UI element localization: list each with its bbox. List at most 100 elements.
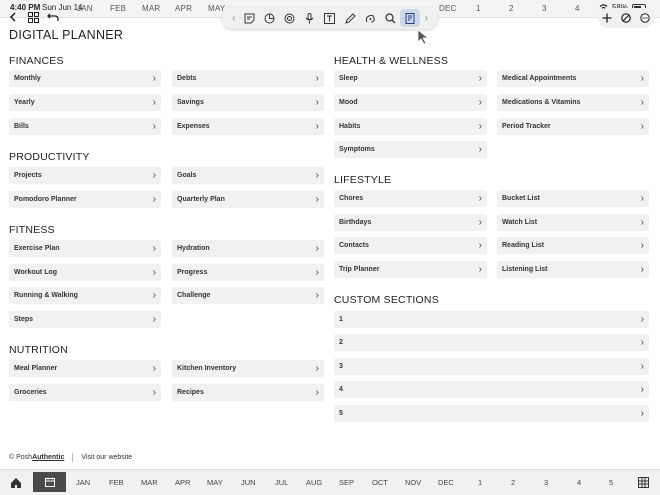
- more-options-icon[interactable]: [638, 11, 652, 25]
- planner-link-habits[interactable]: Habits ›: [334, 118, 487, 135]
- bottom-tab-jan[interactable]: JAN: [76, 478, 90, 487]
- lasso-icon[interactable]: [280, 9, 300, 27]
- planner-link-recipes[interactable]: Recipes ›: [172, 384, 324, 401]
- chevron-right-icon: ›: [640, 360, 644, 372]
- bottom-tab-1[interactable]: 1: [478, 478, 482, 487]
- add-icon[interactable]: [600, 11, 614, 25]
- planner-link-quarterly-plan[interactable]: Quarterly Plan ›: [172, 191, 324, 208]
- planner-link-contacts[interactable]: Contacts ›: [334, 237, 487, 254]
- bottom-tab-5[interactable]: 5: [609, 478, 613, 487]
- bottom-tab-may[interactable]: MAY: [207, 478, 223, 487]
- planner-link-medications-vitamins[interactable]: Medications & Vitamins ›: [497, 94, 649, 111]
- bottom-tab-mar[interactable]: MAR: [141, 478, 158, 487]
- bottom-tab-sep[interactable]: SEP: [339, 478, 354, 487]
- top-tab-apr[interactable]: APR: [175, 4, 192, 13]
- planner-link-pomodoro-planner[interactable]: Pomodoro Planner ›: [9, 191, 161, 208]
- undo-icon[interactable]: [46, 10, 60, 24]
- top-tab-1[interactable]: 1: [476, 4, 481, 13]
- item-label: Habits: [339, 123, 361, 130]
- custom-section-1[interactable]: 1 ›: [334, 311, 649, 328]
- top-tab-jan[interactable]: JAN: [77, 4, 93, 13]
- planner-link-trip-planner[interactable]: Trip Planner ›: [334, 261, 487, 278]
- custom-section-5[interactable]: 5 ›: [334, 405, 649, 422]
- footer-divider: [72, 453, 74, 462]
- sticky-note-icon[interactable]: [240, 9, 260, 27]
- bottom-tab-4[interactable]: 4: [577, 478, 581, 487]
- calendar-tab-active[interactable]: [33, 472, 66, 492]
- index-grid-icon[interactable]: [638, 477, 649, 488]
- bottom-tab-aug[interactable]: AUG: [306, 478, 322, 487]
- item-label: 3: [339, 363, 343, 370]
- home-icon[interactable]: [10, 477, 22, 489]
- planner-link-watch-list[interactable]: Watch List ›: [497, 214, 649, 231]
- text-box-icon[interactable]: [320, 9, 340, 27]
- planner-link-groceries[interactable]: Groceries ›: [9, 384, 161, 401]
- planner-link-yearly[interactable]: Yearly ›: [9, 94, 161, 111]
- bottom-tab-nov[interactable]: NOV: [405, 478, 421, 487]
- planner-link-listening-list[interactable]: Listening List ›: [497, 261, 649, 278]
- planner-link-steps[interactable]: Steps ›: [9, 311, 161, 328]
- custom-section-4[interactable]: 4 ›: [334, 381, 649, 398]
- bottom-tab-jun[interactable]: JUN: [241, 478, 256, 487]
- top-tab-2[interactable]: 2: [509, 4, 514, 13]
- bottom-tab-oct[interactable]: OCT: [372, 478, 388, 487]
- planner-link-progress[interactable]: Progress ›: [172, 264, 324, 281]
- planner-link-symptoms[interactable]: Symptoms ›: [334, 141, 487, 158]
- planner-link-running-walking[interactable]: Running & Walking ›: [9, 287, 161, 304]
- planner-link-sleep[interactable]: Sleep ›: [334, 70, 487, 87]
- notes-template-icon[interactable]: [400, 9, 421, 27]
- no-edit-icon[interactable]: [619, 11, 633, 25]
- planner-link-kitchen-inventory[interactable]: Kitchen Inventory ›: [172, 360, 324, 377]
- bottom-tab-feb[interactable]: FEB: [109, 478, 124, 487]
- top-tab-4[interactable]: 4: [575, 4, 580, 13]
- top-tab-3[interactable]: 3: [542, 4, 547, 13]
- planner-link-workout-log[interactable]: Workout Log ›: [9, 264, 161, 281]
- planner-link-projects[interactable]: Projects ›: [9, 167, 161, 184]
- planner-link-period-tracker[interactable]: Period Tracker ›: [497, 118, 649, 135]
- item-label: Medications & Vitamins: [502, 99, 581, 106]
- bottom-tab-3[interactable]: 3: [544, 478, 548, 487]
- top-tab-feb[interactable]: FEB: [110, 4, 126, 13]
- custom-section-2[interactable]: 2 ›: [334, 334, 649, 351]
- bottom-tab-jul[interactable]: JUL: [275, 478, 288, 487]
- bottom-tab-dec[interactable]: DEC: [438, 478, 454, 487]
- planner-link-savings[interactable]: Savings ›: [172, 94, 324, 111]
- grid-view-icon[interactable]: [26, 10, 40, 24]
- bottom-tab-2[interactable]: 2: [511, 478, 515, 487]
- section-heading-productivity: PRODUCTIVITY: [9, 151, 90, 163]
- pen-icon[interactable]: [340, 9, 360, 27]
- section-heading-health-wellness: HEALTH & WELLNESS: [334, 55, 449, 67]
- planner-link-goals[interactable]: Goals ›: [172, 167, 324, 184]
- planner-link-meal-planner[interactable]: Meal Planner ›: [9, 360, 161, 377]
- search-icon[interactable]: [380, 9, 400, 27]
- custom-section-3[interactable]: 3 ›: [334, 358, 649, 375]
- top-tab-mar[interactable]: MAR: [142, 4, 160, 13]
- planner-link-debts[interactable]: Debts ›: [172, 70, 324, 87]
- item-label: Exercise Plan: [14, 245, 60, 252]
- planner-link-challenge[interactable]: Challenge ›: [172, 287, 324, 304]
- planner-link-exercise-plan[interactable]: Exercise Plan ›: [9, 240, 161, 257]
- top-tab-dec[interactable]: DEC: [439, 4, 457, 13]
- shapes-icon[interactable]: [260, 9, 280, 27]
- footer-brand-name[interactable]: Authentic: [32, 454, 64, 461]
- planner-link-hydration[interactable]: Hydration ›: [172, 240, 324, 257]
- toolbar-scroll-left-icon[interactable]: ‹: [228, 9, 240, 27]
- chevron-right-icon: ›: [640, 96, 644, 108]
- planner-link-reading-list[interactable]: Reading List ›: [497, 237, 649, 254]
- planner-link-monthly[interactable]: Monthly ›: [9, 70, 161, 87]
- planner-link-bucket-list[interactable]: Bucket List ›: [497, 190, 649, 207]
- visit-website-link[interactable]: Visit our website: [81, 454, 132, 461]
- chevron-right-icon: ›: [152, 289, 156, 301]
- microphone-icon[interactable]: [300, 9, 320, 27]
- planner-link-medical-appointments[interactable]: Medical Appointments ›: [497, 70, 649, 87]
- bottom-tab-apr[interactable]: APR: [175, 478, 190, 487]
- back-chevron-icon[interactable]: [6, 10, 20, 24]
- planner-link-mood[interactable]: Mood ›: [334, 94, 487, 111]
- toolbar-scroll-right-icon[interactable]: ›: [420, 9, 432, 27]
- planner-link-expenses[interactable]: Expenses ›: [172, 118, 324, 135]
- planner-link-bills[interactable]: Bills ›: [9, 118, 161, 135]
- highlighter-icon[interactable]: [360, 9, 380, 27]
- planner-link-chores[interactable]: Chores ›: [334, 190, 487, 207]
- item-label: Running & Walking: [14, 292, 78, 299]
- planner-link-birthdays[interactable]: Birthdays ›: [334, 214, 487, 231]
